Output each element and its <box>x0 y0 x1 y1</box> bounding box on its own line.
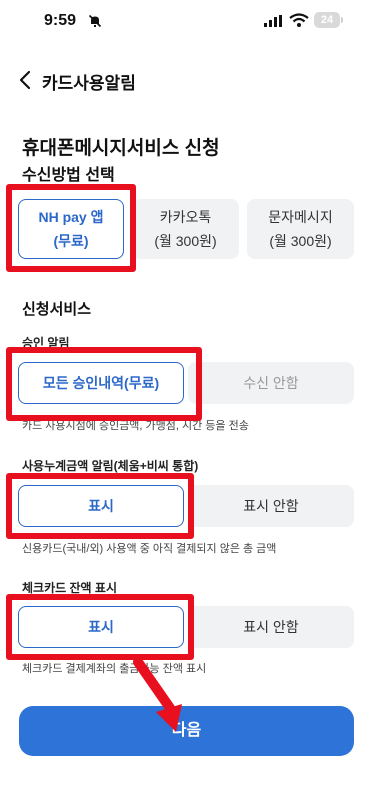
method-sms-line1: 문자메시지 <box>268 209 333 225</box>
check-balance-label: 체크카드 잔액 표시 <box>22 581 117 595</box>
header-title: 카드사용알림 <box>42 74 136 93</box>
method-nhpay-option[interactable]: NH pay 앱 (무료) <box>18 199 124 259</box>
cumulative-show-option[interactable]: 표시 <box>18 485 184 527</box>
chevron-left-icon[interactable] <box>16 70 36 90</box>
signal-icon <box>264 15 282 27</box>
check-balance-hide-option[interactable]: 표시 안함 <box>188 606 354 648</box>
receive-method-heading: 수신방법 선택 <box>22 167 115 184</box>
approval-none-label: 수신 안함 <box>243 375 299 391</box>
method-kakaotalk-line2: (월 300원) <box>154 233 217 249</box>
approval-label: 승인 알림 <box>22 336 70 350</box>
approval-none-option[interactable]: 수신 안함 <box>188 362 354 404</box>
approval-all-label: 모든 승인내역(무료) <box>42 375 160 391</box>
check-balance-show-option[interactable]: 표시 <box>18 606 184 648</box>
cumulative-label: 사용누계금액 알림(체움+비씨 통합) <box>22 459 199 473</box>
approval-all-option[interactable]: 모든 승인내역(무료) <box>18 362 184 404</box>
check-balance-desc: 체크카드 결제계좌의 출금가능 잔액 표시 <box>22 663 207 675</box>
method-sms-line2: (월 300원) <box>269 233 332 249</box>
battery-nub <box>341 17 343 23</box>
battery-indicator: 24 <box>314 12 340 28</box>
method-nhpay-line2: (무료) <box>53 233 89 249</box>
method-nhpay-line1: NH pay 앱 <box>38 209 104 225</box>
method-kakaotalk-option[interactable]: 카카오톡 (월 300원) <box>132 199 239 259</box>
check-balance-hide-label: 표시 안함 <box>243 619 299 635</box>
next-button[interactable]: 다음 <box>19 706 354 756</box>
services-heading: 신청서비스 <box>22 301 92 318</box>
cumulative-desc: 신용카드(국내/외) 사용액 중 아직 결제되지 않은 총 금액 <box>22 543 277 555</box>
status-time: 9:59 <box>44 12 77 29</box>
cumulative-hide-option[interactable]: 표시 안함 <box>188 485 354 527</box>
wifi-icon <box>289 13 309 27</box>
bell-muted-icon <box>88 14 102 28</box>
page-title: 휴대폰메시지서비스 신청 <box>22 138 220 159</box>
check-balance-show-label: 표시 <box>88 619 114 635</box>
cumulative-show-label: 표시 <box>88 498 114 514</box>
method-kakaotalk-line1: 카카오톡 <box>159 209 212 225</box>
method-sms-option[interactable]: 문자메시지 (월 300원) <box>247 199 354 259</box>
approval-desc: 카드 사용시점에 승인금액, 가맹점, 시간 등을 전송 <box>22 420 249 432</box>
cumulative-hide-label: 표시 안함 <box>243 498 299 514</box>
